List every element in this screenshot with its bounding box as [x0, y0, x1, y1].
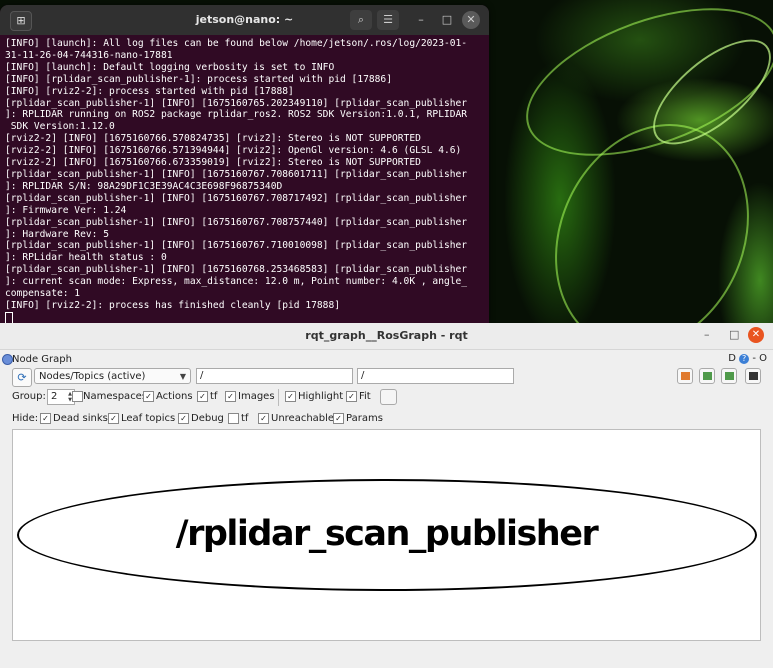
view-mode-value: Nodes/Topics (active)	[39, 371, 146, 382]
help-icon[interactable]: ?	[739, 354, 750, 364]
terminal-titlebar: ⊞ jetson@nano: ~ ⌕ ☰ – □ ✕	[0, 5, 489, 35]
rqt-titlebar: rqt_graph__RosGraph - rqt – □ ✕	[0, 323, 773, 350]
debug-label: Debug	[191, 413, 224, 424]
terminal-line: compensate: 1	[5, 288, 81, 300]
minimize-button[interactable]: –	[704, 328, 710, 341]
terminal-line: SDK Version:1.12.0	[5, 121, 115, 133]
terminal-window: ⊞ jetson@nano: ~ ⌕ ☰ – □ ✕ [INFO] [launc…	[0, 5, 489, 323]
unreachable-checkbox[interactable]: ✓	[258, 413, 269, 424]
view-mode-select[interactable]: Nodes/Topics (active) ▼	[34, 368, 191, 384]
terminal-cursor	[5, 311, 13, 323]
actions-label: Actions	[156, 391, 193, 402]
tf-checkbox[interactable]: ✓	[197, 391, 208, 402]
hide-tf-label: tf	[241, 413, 249, 424]
save-dot-icon[interactable]	[699, 368, 715, 384]
graph-canvas[interactable]: /rplidar_scan_publisher	[12, 429, 761, 641]
terminal-line: [rplidar_scan_publisher-1] [INFO] [16751…	[5, 216, 468, 228]
topic-filter-input[interactable]: /	[357, 368, 514, 384]
graph-node-label[interactable]: /rplidar_scan_publisher	[13, 514, 760, 554]
hamburger-menu-icon[interactable]: ☰	[377, 10, 399, 30]
toolbar-row: ⟳ Nodes/Topics (active) ▼ / /	[0, 367, 773, 387]
save-image-icon[interactable]	[745, 368, 761, 384]
terminal-line: [rplidar_scan_publisher-1] [INFO] [16751…	[5, 264, 468, 276]
namespaces-checkbox[interactable]	[72, 391, 83, 402]
terminal-line: [rviz2-2] [INFO] [1675160766.570824735] …	[5, 133, 421, 145]
terminal-output[interactable]: [INFO] [launch]: All log files can be fo…	[0, 35, 489, 323]
terminal-line: [INFO] [rviz2-2]: process has finished c…	[5, 299, 341, 311]
group-spinbox[interactable]: 2 ▲ ▼	[47, 389, 75, 405]
terminal-line: ]: Firmware Ver: 1.24	[5, 204, 127, 216]
close-button[interactable]: ✕	[462, 11, 480, 29]
terminal-line: [INFO] [rviz2-2]: process started with p…	[5, 85, 294, 97]
debug-checkbox[interactable]: ✓	[178, 413, 189, 424]
close-button[interactable]: ✕	[748, 327, 764, 343]
separator	[278, 389, 279, 406]
images-checkbox[interactable]: ✓	[225, 391, 236, 402]
hide-label: Hide:	[12, 413, 39, 424]
minimize-button[interactable]: –	[410, 10, 432, 30]
actions-checkbox[interactable]: ✓	[143, 391, 154, 402]
options-row: Group: 2 ▲ ▼ Namespaces ✓ Actions ✓ tf ✓ …	[0, 388, 773, 408]
images-label: Images	[238, 391, 275, 402]
search-icon[interactable]: ⌕	[350, 10, 372, 30]
highlight-checkbox[interactable]: ✓	[285, 391, 296, 402]
plugin-controls: D ? - O	[728, 353, 767, 364]
terminal-line: 31-11-26-04-744316-nano-17881	[5, 49, 173, 61]
group-value: 2	[51, 391, 58, 402]
terminal-line: [rplidar_scan_publisher-1] [INFO] [16751…	[5, 192, 468, 204]
plugin-close-controls[interactable]: - O	[752, 353, 767, 364]
hide-row: Hide: ✓ Dead sinks ✓ Leaf topics ✓ Debug…	[0, 410, 773, 428]
rqt-window: rqt_graph__RosGraph - rqt – □ ✕ Node Gra…	[0, 323, 773, 668]
terminal-line: [INFO] [launch]: All log files can be fo…	[5, 38, 468, 49]
unreachable-label: Unreachable	[271, 413, 335, 424]
terminal-line: [rviz2-2] [INFO] [1675160766.673359019] …	[5, 157, 421, 169]
tf-label: tf	[210, 391, 218, 402]
load-dot-icon[interactable]	[677, 368, 693, 384]
terminal-line: ]: Hardware Rev: 5	[5, 228, 109, 240]
fit-label: Fit	[359, 391, 371, 402]
plugin-title: Node Graph	[12, 354, 72, 365]
terminal-line: [rviz2-2] [INFO] [1675160766.571394944] …	[5, 145, 462, 157]
terminal-line: ]: current scan mode: Express, max_dista…	[5, 276, 468, 288]
terminal-line: [rplidar_scan_publisher-1] [INFO] [16751…	[5, 168, 468, 180]
terminal-line: [rplidar_scan_publisher-1] [INFO] [16751…	[5, 240, 468, 252]
dock-button[interactable]: D	[728, 353, 736, 364]
dead-sinks-label: Dead sinks	[53, 413, 108, 424]
rqt-title: rqt_graph__RosGraph - rqt	[305, 329, 468, 342]
terminal-line: [INFO] [rplidar_scan_publisher-1]: proce…	[5, 73, 392, 85]
hide-tf-checkbox[interactable]	[228, 413, 239, 424]
dead-sinks-checkbox[interactable]: ✓	[40, 413, 51, 424]
terminal-line: ]: RPLIDAR running on ROS2 package rplid…	[5, 109, 468, 121]
node-filter-input[interactable]: /	[196, 368, 353, 384]
terminal-line: ]: RPLidar health status : 0	[5, 252, 167, 264]
refresh-icon[interactable]: ⟳	[12, 368, 32, 387]
terminal-line: ]: RPLIDAR S/N: 98A29DF1C3E39AC4C3E698F9…	[5, 180, 283, 192]
terminal-line: [rplidar_scan_publisher-1] [INFO] [16751…	[5, 97, 468, 109]
fit-in-view-icon[interactable]	[380, 389, 397, 405]
chevron-down-icon: ▼	[179, 372, 186, 381]
group-label: Group:	[12, 391, 46, 402]
maximize-button[interactable]: □	[436, 10, 458, 30]
highlight-label: Highlight	[298, 391, 344, 402]
maximize-button[interactable]: □	[729, 328, 739, 341]
fit-checkbox[interactable]: ✓	[346, 391, 357, 402]
namespaces-label: Namespaces	[83, 391, 148, 402]
params-label: Params	[346, 413, 383, 424]
save-svg-icon[interactable]	[721, 368, 737, 384]
params-checkbox[interactable]: ✓	[333, 413, 344, 424]
plugin-header: Node Graph D ? - O	[0, 350, 773, 368]
leaf-topics-label: Leaf topics	[121, 413, 176, 424]
leaf-topics-checkbox[interactable]: ✓	[108, 413, 119, 424]
terminal-line: [INFO] [launch]: Default logging verbosi…	[5, 61, 335, 73]
